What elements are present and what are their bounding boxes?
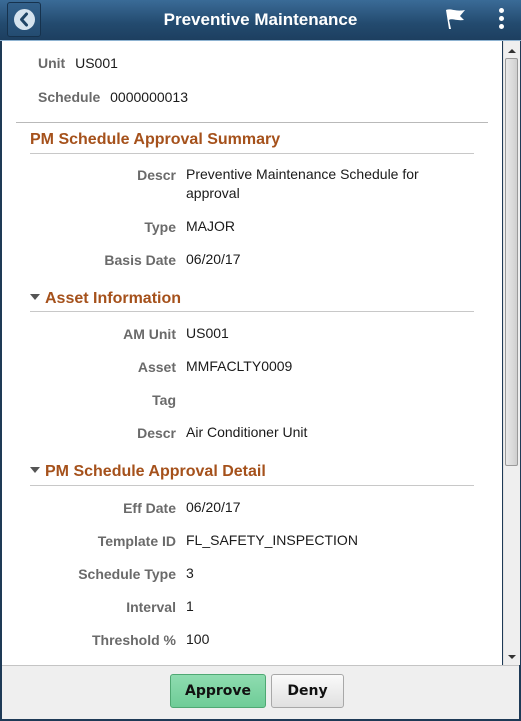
summary-type-value: MAJOR [186,218,235,234]
approve-button[interactable]: Approve [170,674,266,708]
detail-schedule-type-label: Schedule Type [78,566,176,582]
summary-descr-value: Preventive Maintenance Schedule for appr… [186,166,419,201]
action-footer: Approve Deny [2,665,519,719]
detail-interval-label: Interval [126,599,176,615]
deny-button[interactable]: Deny [271,674,344,708]
asset-asset-label: Asset [137,359,176,375]
summary-basis-date-value: 06/20/17 [186,251,241,267]
detail-template-id-label: Template ID [97,533,176,549]
section-divider [30,153,474,154]
page-content: Unit US001 Schedule 0000000013 PM Schedu… [2,41,502,665]
more-vertical-icon[interactable] [497,8,505,32]
section-toggle-detail[interactable]: PM Schedule Approval Detail [30,463,266,481]
asset-descr-label: Descr [137,425,176,441]
collapse-triangle-icon [30,293,40,300]
detail-threshold-label: Threshold % [91,632,176,648]
detail-eff-date-value: 06/20/17 [186,499,241,515]
schedule-field: Schedule 0000000013 [38,89,188,105]
vertical-scrollbar[interactable] [503,41,520,665]
summary-basis-date-label: Basis Date [104,252,176,268]
app-header: Preventive Maintenance [0,0,521,41]
detail-threshold-value: 100 [186,631,210,647]
detail-eff-date-label: Eff Date [123,500,176,516]
schedule-value: 0000000013 [110,89,189,105]
section-divider [30,485,474,486]
detail-interval-value: 1 [186,598,194,614]
detail-schedule-type-value: 3 [186,565,194,581]
summary-descr-label: Descr [137,167,176,183]
section-divider [30,311,474,312]
section-title-detail: PM Schedule Approval Detail [45,463,266,480]
collapse-triangle-icon [30,466,40,473]
section-toggle-asset[interactable]: Asset Information [30,290,181,308]
asset-asset-value: MMFACLTY0009 [186,358,293,374]
asset-tag-label: Tag [152,392,176,408]
scroll-down-arrow-icon[interactable] [508,655,516,659]
section-title-asset: Asset Information [45,290,182,307]
schedule-label: Schedule [38,89,101,105]
asset-descr-value: Air Conditioner Unit [186,424,308,440]
detail-template-id-value: FL_SAFETY_INSPECTION [186,532,358,548]
unit-label: Unit [38,55,66,71]
asset-am-unit-value: US001 [186,325,229,341]
unit-field: Unit US001 [38,55,118,71]
scroll-up-arrow-icon[interactable] [508,49,516,53]
unit-value: US001 [75,55,118,71]
scrollbar-thumb[interactable] [505,58,518,466]
asset-am-unit-label: AM Unit [123,326,176,342]
flag-icon[interactable] [443,7,469,36]
summary-type-label: Type [144,219,176,235]
divider [16,122,488,123]
section-title-summary: PM Schedule Approval Summary [30,131,281,148]
